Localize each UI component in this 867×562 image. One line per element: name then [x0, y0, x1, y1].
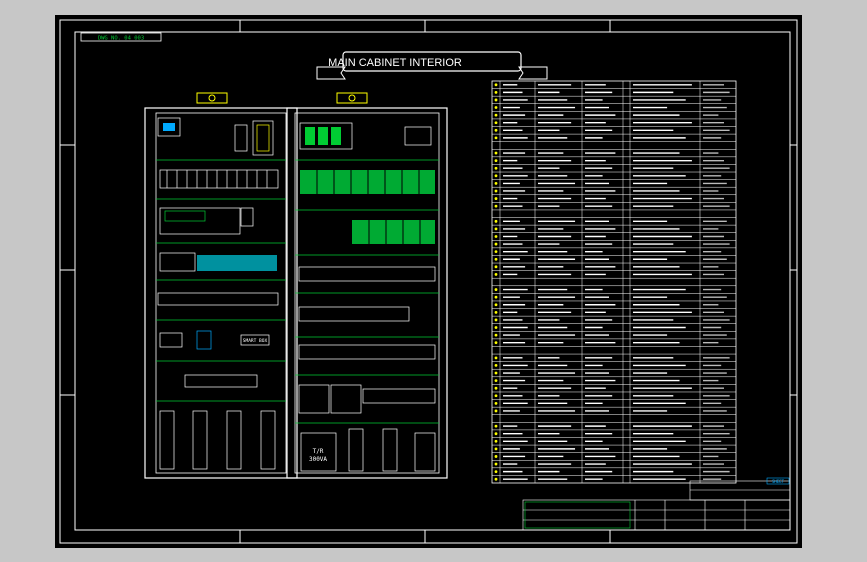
row-marker [494, 121, 498, 125]
row-marker [494, 432, 498, 436]
row-marker [494, 318, 498, 322]
row-marker [494, 462, 498, 466]
row-marker [494, 394, 498, 398]
row-marker [494, 273, 498, 276]
row-marker [494, 204, 498, 208]
row-marker [494, 424, 498, 428]
row-marker [494, 235, 498, 238]
row-marker [494, 128, 498, 132]
row-marker [494, 341, 498, 345]
row-marker [494, 136, 498, 140]
transformer-label-1: T/R [313, 448, 324, 455]
row-marker [494, 197, 498, 200]
row-marker [494, 113, 498, 117]
row-marker [494, 386, 498, 390]
title-banner: MAIN CABINET INTERIOR [316, 51, 548, 80]
row-marker [494, 219, 498, 223]
row-marker [494, 455, 498, 458]
row-marker [494, 189, 498, 193]
row-marker [494, 439, 498, 443]
row-marker [494, 98, 498, 102]
right-panel [295, 122, 439, 472]
row-marker [494, 83, 498, 87]
header-tag: DWG NO. 04 003 [98, 36, 144, 42]
row-marker [494, 159, 498, 163]
row-marker [494, 409, 498, 413]
left-panel [156, 117, 286, 470]
lifting-eyes [196, 92, 368, 104]
corner-tag: SHEET [772, 479, 785, 484]
row-marker [494, 379, 498, 383]
drawing-title: MAIN CABINET INTERIOR [328, 57, 462, 69]
row-marker [494, 447, 498, 451]
row-marker [494, 250, 498, 254]
transformer-label-2: 300VA [309, 456, 327, 463]
title-block [522, 477, 791, 531]
row-marker [494, 364, 498, 367]
row-marker [494, 477, 498, 481]
row-marker [494, 242, 498, 246]
row-marker [494, 303, 498, 307]
row-marker [494, 265, 498, 269]
cad-drawing: DWG NO. 04 003 MAIN CABINET INTERIOR SMA… [59, 19, 798, 544]
row-marker [494, 106, 498, 109]
row-marker [494, 181, 498, 185]
row-marker [494, 166, 498, 170]
row-marker [494, 174, 498, 178]
row-marker [494, 295, 498, 299]
row-marker [494, 356, 498, 360]
row-marker [494, 310, 498, 314]
row-marker [494, 151, 498, 155]
row-marker [494, 288, 498, 291]
row-marker [494, 333, 498, 337]
row-marker [494, 90, 498, 94]
row-marker [494, 401, 498, 405]
parts-list-table [491, 80, 737, 484]
row-marker [494, 371, 498, 375]
row-marker [494, 326, 498, 329]
row-marker [494, 257, 498, 261]
row-marker [494, 227, 498, 231]
drawing-sheet: DWG NO. 04 003 MAIN CABINET INTERIOR SMA… [55, 15, 802, 548]
sub-label: SMART BOX [243, 338, 268, 344]
row-marker [494, 470, 498, 474]
